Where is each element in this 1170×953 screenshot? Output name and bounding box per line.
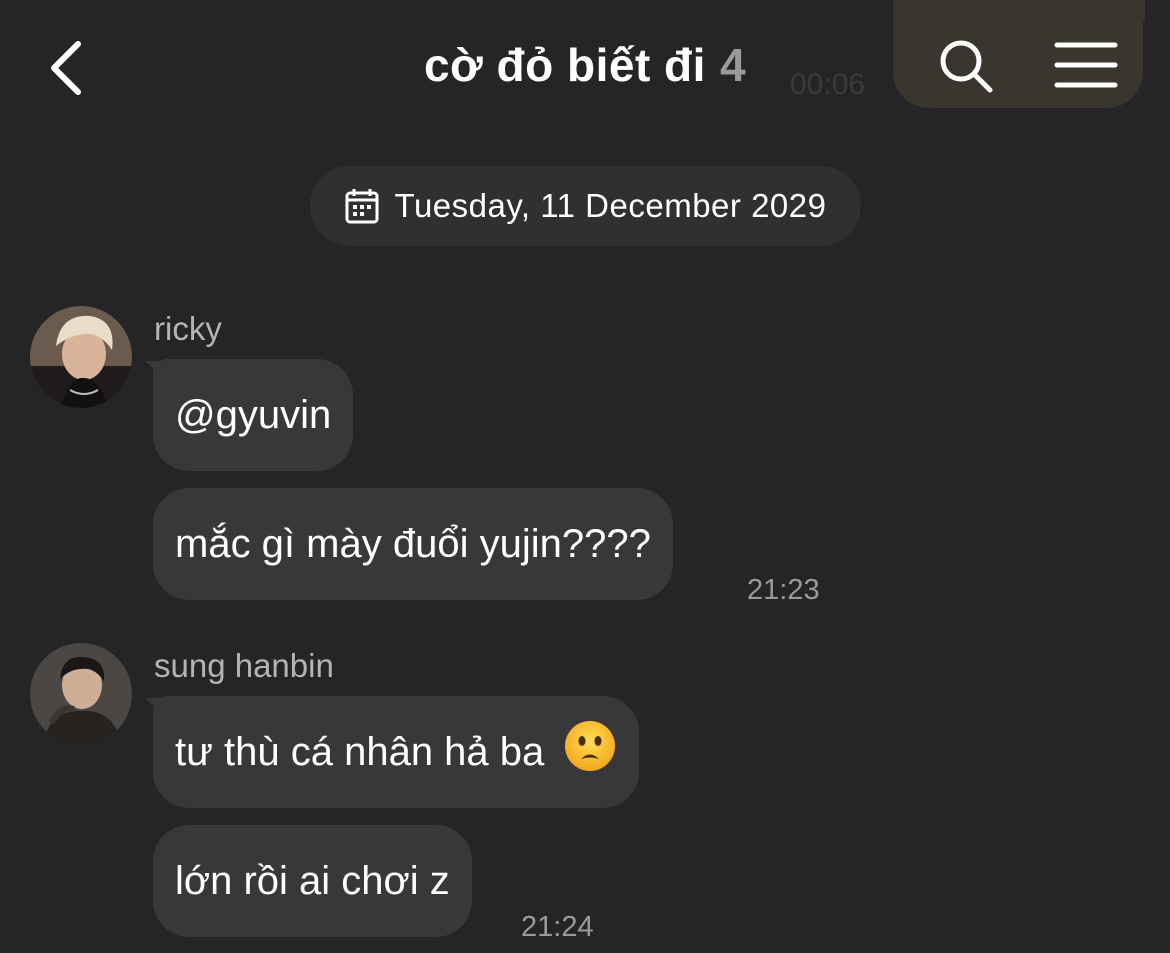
date-label: Tuesday, 11 December 2029	[394, 187, 827, 224]
message-text: tư thù cá nhân hả ba	[175, 730, 545, 774]
search-button[interactable]	[936, 36, 996, 96]
menu-icon	[1054, 42, 1118, 88]
message-bubble[interactable]: lớn rồi ai chơi z	[153, 825, 472, 937]
calendar-icon	[345, 189, 379, 224]
message-time: 21:23	[747, 574, 820, 606]
menu-button[interactable]	[1054, 40, 1118, 90]
sender-name: sung hanbin	[154, 647, 334, 684]
chat-header: 00:06 cờ đỏ biết đi 4	[0, 0, 1170, 140]
message-bubble[interactable]: mắc gì mày đuổi yujin????	[153, 488, 673, 600]
chat-name: cờ đỏ biết đi	[423, 39, 706, 91]
search-icon	[940, 40, 993, 93]
avatar-ricky[interactable]	[30, 306, 132, 408]
message-bubble[interactable]: @gyuvin	[144, 359, 354, 471]
sender-name: ricky	[154, 310, 222, 347]
avatar-image	[30, 643, 132, 745]
avatar-image	[30, 306, 132, 408]
date-separator: Tuesday, 11 December 2029	[310, 166, 861, 246]
message-time: 21:24	[521, 911, 594, 943]
message-bubble[interactable]: tư thù cá nhân hả ba	[144, 696, 640, 808]
member-count: 4	[719, 39, 747, 91]
avatar-sung-hanbin[interactable]	[30, 643, 132, 745]
frowning-face-icon	[565, 721, 616, 771]
